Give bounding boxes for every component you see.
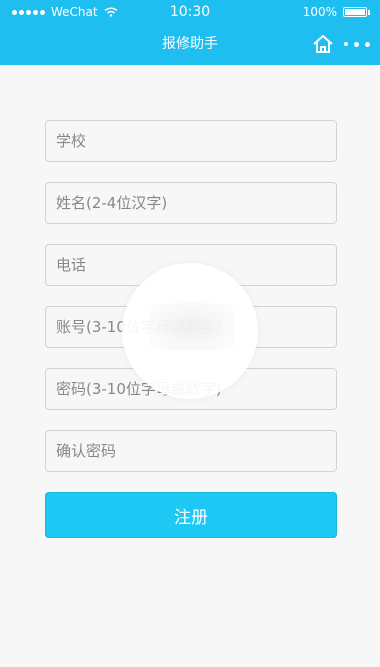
loading-overlay <box>122 263 258 399</box>
name-field-box <box>45 182 337 224</box>
home-icon[interactable] <box>312 33 334 55</box>
battery-percent: 100% <box>302 5 337 19</box>
status-bar: WeChat 10:30 100% <box>0 0 380 24</box>
more-icon[interactable] <box>344 34 370 54</box>
school-input[interactable] <box>46 121 336 161</box>
school-field-box <box>45 120 337 162</box>
status-right: 100% <box>303 0 370 24</box>
register-button[interactable]: 注册 <box>45 492 337 538</box>
phone-screen: WeChat 10:30 100% 报修助手 学校 姓名(2-4位汉字) 电话 … <box>0 0 380 667</box>
battery-icon <box>343 7 370 17</box>
confirm-password-field-box <box>45 430 337 472</box>
loading-spinner-icon <box>150 303 234 351</box>
navigation-bar: 报修助手 <box>0 24 380 65</box>
top-bar: WeChat 10:30 100% 报修助手 <box>0 0 380 65</box>
confirm-password-input[interactable] <box>46 431 336 471</box>
name-input[interactable] <box>46 183 336 223</box>
